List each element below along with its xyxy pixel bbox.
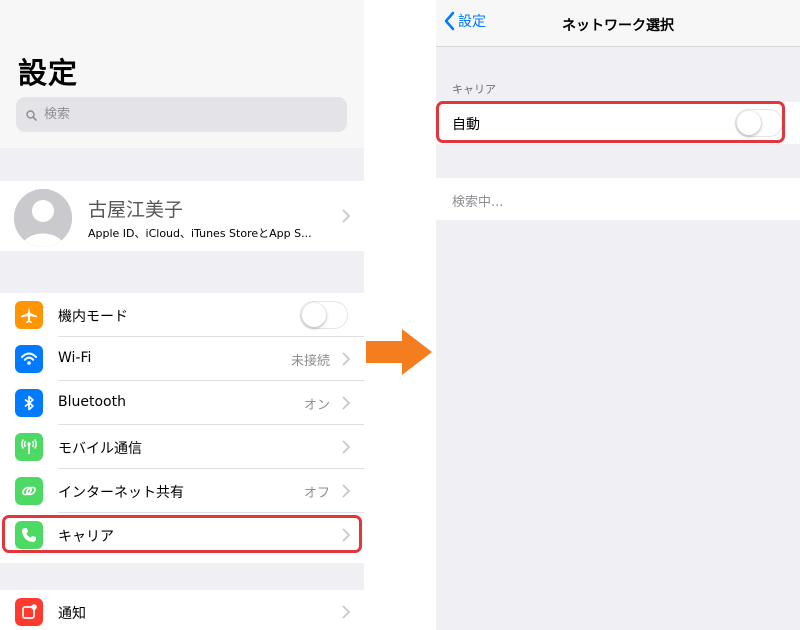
hotspot-icon: [15, 477, 43, 505]
profile-name: 古屋江美子: [88, 199, 184, 221]
toggle-knob: [302, 303, 326, 327]
hotspot-status: オフ: [303, 486, 330, 501]
settings-group-notifications: 通知: [0, 590, 364, 630]
chevron-right-icon: [342, 605, 350, 619]
section-header-carrier: キャリア: [452, 83, 496, 96]
settings-item-label: Wi-Fi: [58, 350, 92, 366]
page-title: 設定: [18, 56, 79, 90]
settings-item-label: モバイル通信: [58, 441, 142, 457]
cellular-icon: [15, 433, 43, 461]
apple-id-profile-row[interactable]: 古屋江美子 Apple ID、iCloud、iTunes StoreとApp S…: [0, 181, 364, 251]
nav-title: ネットワーク選択: [562, 18, 674, 34]
searching-label: 検索中...: [452, 195, 504, 210]
settings-item-wifi[interactable]: Wi-Fi 未接続: [0, 337, 364, 381]
settings-item-label: Bluetooth: [58, 394, 126, 410]
arrow-right-icon: [366, 329, 432, 375]
automatic-label: 自動: [452, 117, 480, 133]
notifications-icon: [15, 598, 43, 626]
chevron-right-icon: [342, 484, 350, 498]
settings-item-airplane-mode[interactable]: 機内モード: [0, 293, 364, 337]
airplane-mode-toggle[interactable]: [300, 301, 348, 329]
automatic-toggle[interactable]: [735, 109, 783, 137]
settings-item-label: キャリア: [58, 529, 114, 545]
settings-item-mobile-data[interactable]: モバイル通信: [0, 425, 364, 469]
wifi-status: 未接続: [290, 354, 330, 369]
profile-subtitle: Apple ID、iCloud、iTunes StoreとApp S...: [88, 227, 312, 240]
settings-list: 機内モード Wi-Fi 未接続 Bluetooth オン モバイル通信 インター…: [0, 293, 364, 563]
settings-item-notifications[interactable]: 通知: [0, 590, 364, 630]
network-selection-screen: 設定 ネットワーク選択 キャリア 自動 検索中...: [436, 0, 800, 630]
navigation-bar: 設定 ネットワーク選択: [436, 0, 800, 47]
settings-item-label: インターネット共有: [58, 485, 184, 501]
chevron-right-icon: [342, 528, 350, 542]
searching-row: 検索中...: [436, 178, 800, 220]
settings-item-bluetooth[interactable]: Bluetooth オン: [0, 381, 364, 425]
settings-item-personal-hotspot[interactable]: インターネット共有 オフ: [0, 469, 364, 513]
avatar: [14, 189, 72, 247]
chevron-right-icon: [342, 352, 350, 366]
wifi-icon: [15, 345, 43, 373]
settings-item-label: 通知: [58, 606, 86, 622]
toggle-knob: [737, 111, 761, 135]
bluetooth-status: オン: [303, 398, 330, 413]
chevron-right-icon: [342, 440, 350, 454]
phone-icon: [15, 521, 43, 549]
chevron-right-icon: [342, 396, 350, 410]
airplane-icon: [15, 301, 43, 329]
settings-item-carrier[interactable]: キャリア: [0, 513, 364, 557]
chevron-right-icon: [342, 209, 350, 223]
search-icon: [26, 109, 37, 121]
settings-item-label: 機内モード: [58, 309, 128, 325]
settings-screen: 設定 古屋江美子 Apple ID、iCloud、iTunes StoreとAp…: [0, 0, 364, 630]
bluetooth-icon: [15, 389, 43, 417]
automatic-row[interactable]: 自動: [436, 102, 800, 144]
search-bar[interactable]: [16, 97, 347, 132]
search-input[interactable]: [42, 106, 336, 123]
